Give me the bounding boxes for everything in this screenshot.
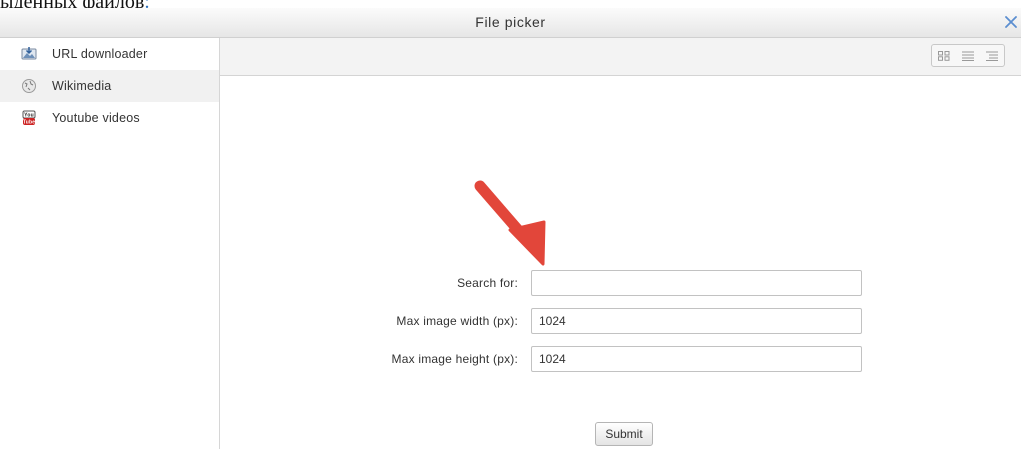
repository-sidebar: URL downloader Wikimedia You Tube Youtub: [0, 38, 220, 449]
sidebar-item-youtube-videos[interactable]: You Tube Youtube videos: [0, 102, 219, 134]
youtube-icon: You Tube: [21, 110, 37, 126]
view-switcher: [931, 44, 1005, 67]
max-height-label: Max image height (px):: [391, 352, 518, 366]
submit-button[interactable]: Submit: [595, 422, 653, 446]
svg-text:Tube: Tube: [23, 120, 35, 126]
annotation-arrow: [474, 180, 546, 266]
max-width-label: Max image width (px):: [396, 314, 518, 328]
url-downloader-icon: [21, 46, 37, 62]
tree-view-icon[interactable]: [980, 45, 1004, 66]
max-height-row: Max image height (px):: [220, 346, 1021, 372]
file-picker-dialog: File picker URL downloader Wikimedia You…: [0, 8, 1021, 449]
sidebar-item-label: Wikimedia: [52, 79, 112, 93]
sidebar-item-wikimedia[interactable]: Wikimedia: [0, 70, 219, 102]
file-toolbar: [220, 38, 1021, 76]
max-height-input[interactable]: [531, 346, 862, 372]
sidebar-item-label: Youtube videos: [52, 111, 140, 125]
svg-text:You: You: [24, 113, 34, 119]
icons-view-icon[interactable]: [932, 45, 956, 66]
close-icon[interactable]: [1003, 14, 1019, 30]
dialog-titlebar: File picker: [0, 8, 1021, 38]
sidebar-item-url-downloader[interactable]: URL downloader: [0, 38, 219, 70]
search-label: Search for:: [457, 276, 518, 290]
max-width-input[interactable]: [531, 308, 862, 334]
sidebar-item-label: URL downloader: [52, 47, 148, 61]
search-row: Search for:: [220, 270, 1021, 296]
wikimedia-icon: [21, 78, 37, 94]
search-input[interactable]: [531, 270, 862, 296]
dialog-title: File picker: [475, 14, 546, 30]
max-width-row: Max image width (px):: [220, 308, 1021, 334]
details-view-icon[interactable]: [956, 45, 980, 66]
